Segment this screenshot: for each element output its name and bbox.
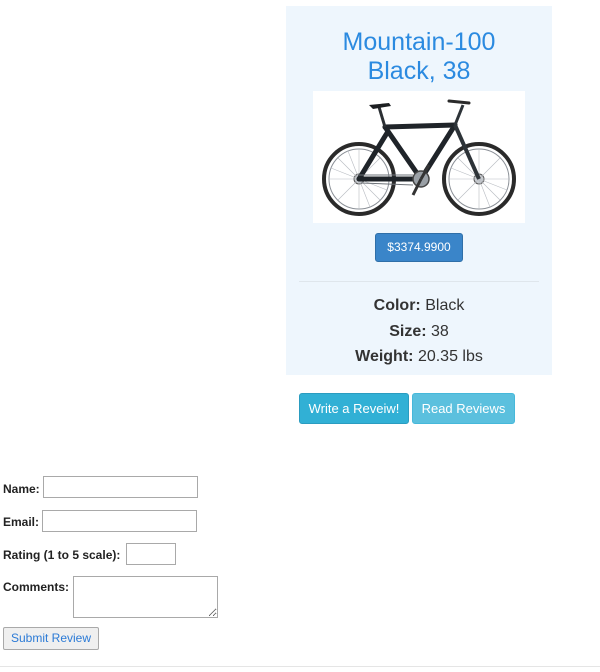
spec-size-value: 38 (431, 323, 449, 340)
product-image (313, 91, 525, 223)
divider (299, 281, 539, 282)
product-card: Mountain-100 Black, 38 $3374.9900 Color:… (286, 6, 552, 375)
spec-color-label: Color: (373, 297, 421, 314)
comments-textarea[interactable] (73, 576, 218, 618)
mountain-bike-image (322, 99, 516, 216)
product-title-line2: Black, 38 (367, 57, 471, 85)
bottom-divider (0, 666, 600, 667)
comments-label: Comments: (3, 580, 70, 594)
spec-size: Size: 38 (286, 322, 552, 342)
spec-weight: Weight: 20.35 lbs (286, 347, 552, 367)
rating-label: Rating (1 to 5 scale): (3, 548, 121, 562)
read-reviews-button[interactable]: Read Reviews (412, 393, 515, 424)
spec-color: Color: Black (286, 296, 552, 316)
spec-weight-label: Weight: (355, 348, 414, 365)
submit-review-button[interactable]: Submit Review (3, 627, 99, 650)
name-input[interactable] (43, 476, 198, 498)
write-review-button[interactable]: Write a Reveiw! (299, 393, 409, 424)
price-button[interactable]: $3374.9900 (375, 233, 463, 262)
page: Mountain-100 Black, 38 $3374.9900 Color:… (0, 0, 600, 672)
name-label: Name: (3, 482, 40, 496)
product-title-line1: Mountain-100 (342, 28, 496, 56)
product-title: Mountain-100 Black, 38 (286, 28, 552, 86)
email-label: Email: (3, 515, 40, 529)
email-input[interactable] (42, 510, 197, 532)
spec-size-label: Size: (389, 323, 427, 340)
spec-color-value: Black (425, 297, 465, 314)
spec-weight-value: 20.35 lbs (417, 348, 483, 365)
rating-input[interactable] (126, 543, 176, 565)
